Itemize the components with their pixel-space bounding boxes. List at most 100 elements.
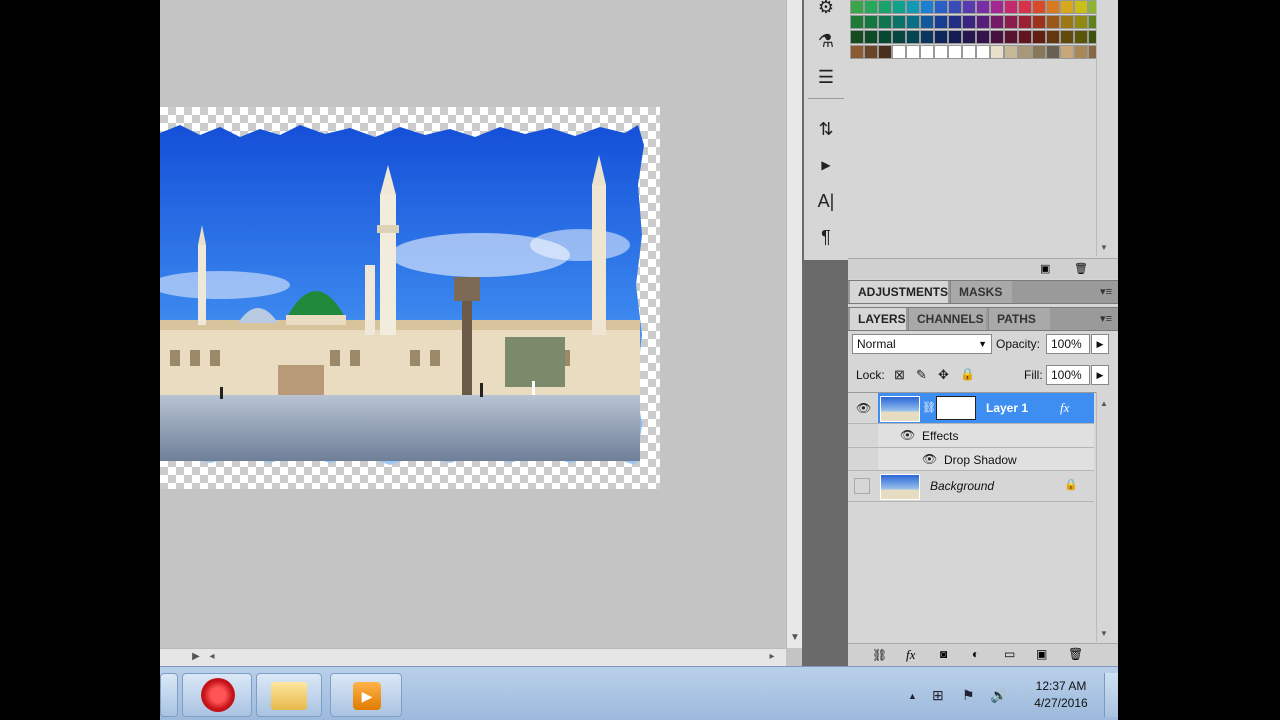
color-swatch[interactable] [864,30,878,44]
show-desktop-button[interactable] [1104,673,1118,717]
swatches-scroll-down-icon[interactable]: ▼ [1097,240,1111,256]
character-icon[interactable]: A| [812,188,840,214]
color-swatch[interactable] [1046,45,1060,59]
color-swatch[interactable] [962,45,976,59]
color-swatch[interactable] [850,0,864,14]
effect-item-drop-shadow[interactable]: 👁 Drop Shadow [848,448,1094,471]
color-swatch[interactable] [920,45,934,59]
adjustment-layer-icon[interactable]: ◐ [972,647,979,661]
color-swatch[interactable] [990,0,1004,14]
effects-eye-icon[interactable]: 👁 [900,428,915,442]
lock-position-icon[interactable]: ✥ [938,367,949,383]
color-swatch[interactable] [1046,15,1060,29]
layers-scroll-up-icon[interactable]: ▲ [1097,396,1111,412]
color-swatch[interactable] [990,30,1004,44]
layers-scrollbar[interactable]: ▲ ▼ [1096,392,1111,642]
new-swatch-icon[interactable]: ▣ [1040,262,1050,275]
add-style-icon[interactable]: fx [906,647,915,663]
visibility-eye-icon[interactable]: 👁 [856,401,871,415]
new-layer-icon[interactable]: ▣ [1036,647,1047,661]
layer-row-layer-1[interactable]: 👁 ⛓ Layer 1 fx [848,393,1094,424]
tool-preset-icon[interactable]: ☰ [812,64,840,90]
tab-masks[interactable]: MASKS [950,281,1012,303]
color-swatch[interactable] [1046,30,1060,44]
tab-channels[interactable]: CHANNELS [908,308,986,330]
layers-menu-icon[interactable]: ▾≡ [1100,308,1112,330]
color-swatch[interactable] [1074,15,1088,29]
color-swatch[interactable] [1060,45,1074,59]
layers-scroll-down-icon[interactable]: ▼ [1097,626,1111,642]
opacity-field[interactable]: 100% [1046,334,1090,354]
color-swatch[interactable] [1060,15,1074,29]
actions-icon[interactable]: ⇅ [812,116,840,142]
action-center-flag-icon[interactable]: ⚑ [962,687,975,704]
color-swatch[interactable] [948,30,962,44]
color-swatch[interactable] [962,15,976,29]
color-swatch[interactable] [962,0,976,14]
color-swatch[interactable] [1060,0,1074,14]
color-swatch[interactable] [878,30,892,44]
delete-layer-icon[interactable]: 🗑 [1068,647,1083,661]
color-swatch[interactable] [920,15,934,29]
swatches-scrollbar[interactable]: ▼ [1096,0,1111,256]
chain-link-icon[interactable]: ⛓ [922,401,936,414]
clone-source-icon[interactable]: ⚗ [812,28,840,54]
color-swatch[interactable] [976,45,990,59]
swatches-panel[interactable] [850,0,1102,60]
color-swatch[interactable] [934,0,948,14]
brush-preset-icon[interactable]: ⚙ [812,0,840,20]
tab-adjustments[interactable]: ADJUSTMENTS [850,281,948,303]
color-swatch[interactable] [948,45,962,59]
canvas-vertical-scrollbar[interactable]: ▼ [786,0,803,648]
new-group-icon[interactable]: ▭ [1004,647,1015,661]
color-swatch[interactable] [878,45,892,59]
panel-menu-icon[interactable]: ▾≡ [1100,281,1112,303]
color-swatch[interactable] [878,15,892,29]
show-hidden-icons-icon[interactable]: ▲ [908,691,917,701]
color-swatch[interactable] [948,15,962,29]
delete-swatch-icon[interactable]: 🗑 [1074,262,1088,275]
color-swatch[interactable] [1018,0,1032,14]
color-swatch[interactable] [850,30,864,44]
color-swatch[interactable] [850,45,864,59]
layer-mask-thumbnail[interactable] [936,396,976,420]
clock[interactable]: 12:37 AM 4/27/2016 [1026,679,1096,710]
color-swatch[interactable] [920,30,934,44]
canvas-area[interactable] [160,0,786,648]
lock-all-icon[interactable]: 🔒 [960,367,975,381]
color-swatch[interactable] [864,45,878,59]
color-swatch[interactable] [906,45,920,59]
color-swatch[interactable] [864,0,878,14]
paragraph-icon[interactable]: ¶ [812,224,840,250]
color-swatch[interactable] [976,0,990,14]
color-swatch[interactable] [864,15,878,29]
color-swatch[interactable] [1032,45,1046,59]
scroll-down-icon[interactable]: ▼ [787,630,803,646]
lock-image-icon[interactable]: ✎ [916,367,927,383]
color-swatch[interactable] [878,0,892,14]
taskbar-opera[interactable] [182,673,252,717]
color-swatch[interactable] [976,15,990,29]
drop-shadow-eye-icon[interactable]: 👁 [922,452,937,466]
scroll-left-arrow-icon[interactable]: ◂ [206,649,218,665]
color-swatch[interactable] [1004,15,1018,29]
color-swatch[interactable] [1018,45,1032,59]
color-swatch[interactable] [948,0,962,14]
animation-play-icon[interactable]: ▶ [812,152,840,178]
color-swatch[interactable] [1046,0,1060,14]
document-canvas[interactable] [160,107,660,489]
color-swatch[interactable] [1018,30,1032,44]
blend-mode-select[interactable]: Normal ▼ [852,334,992,354]
color-swatch[interactable] [934,45,948,59]
layer-effects-row[interactable]: 👁 Effects [848,424,1094,448]
fill-field[interactable]: 100% [1046,365,1090,385]
color-swatch[interactable] [892,0,906,14]
taskbar-edge-button[interactable] [160,673,178,717]
volume-icon[interactable]: 🔊 [990,687,1007,704]
taskbar-media-player[interactable]: ▶ [330,673,402,717]
color-swatch[interactable] [1074,45,1088,59]
tab-paths[interactable]: PATHS [988,308,1050,330]
color-swatch[interactable] [906,0,920,14]
layer-row-background[interactable]: Background 🔒 [848,471,1094,502]
color-swatch[interactable] [1060,30,1074,44]
